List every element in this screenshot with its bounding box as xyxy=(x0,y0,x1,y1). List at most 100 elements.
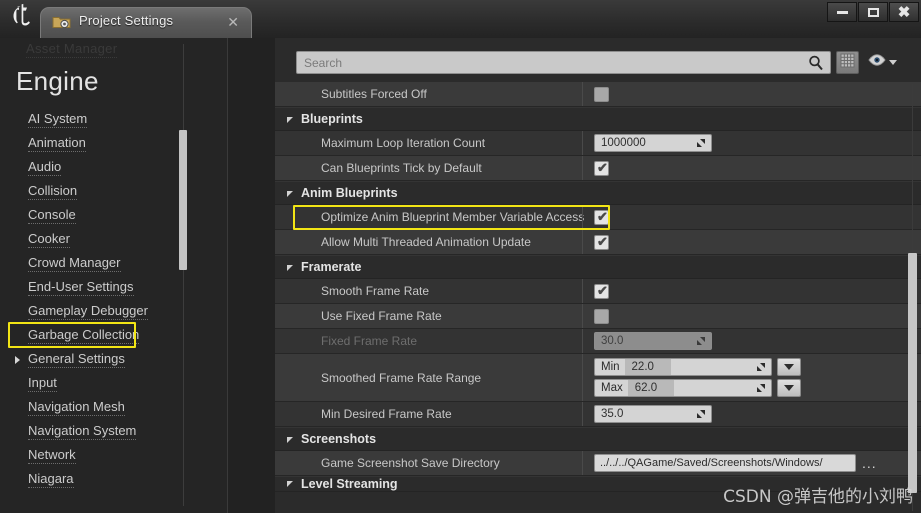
chevron-down-icon xyxy=(784,385,794,391)
field-value: ../../../QAGame/Saved/Screenshots/Window… xyxy=(600,457,823,469)
sidebar-item-navigation-mesh[interactable]: Navigation Mesh xyxy=(0,396,228,420)
category-header-screenshots[interactable]: Screenshots xyxy=(275,427,921,451)
maximize-button[interactable] xyxy=(858,2,888,22)
setting-label: Use Fixed Frame Rate xyxy=(321,309,442,323)
table-row[interactable]: Use Fixed Frame Rate xyxy=(275,304,921,329)
collapse-triangle-icon xyxy=(287,191,293,197)
can-blueprints-tick-by-default-checkbox[interactable]: ✔ xyxy=(594,160,609,176)
browse-directory-button[interactable]: ... xyxy=(862,456,877,470)
sidebar-item-label: Cooker xyxy=(28,231,70,248)
sidebar-item-ai-system[interactable]: AI System xyxy=(0,108,228,132)
search-icon[interactable] xyxy=(808,55,824,76)
setting-label: Min Desired Frame Rate xyxy=(321,407,452,421)
setting-value: 35.0 xyxy=(582,402,921,426)
min-value[interactable]: 22.0 xyxy=(624,359,671,375)
table-row[interactable]: Subtitles Forced Off xyxy=(275,82,921,107)
setting-value: 30.0 xyxy=(582,329,921,353)
close-button[interactable]: ✖ xyxy=(889,2,919,22)
field-value: 35.0 xyxy=(601,408,624,420)
setting-label: Maximum Loop Iteration Count xyxy=(321,136,486,150)
sidebar-item-cooker[interactable]: Cooker xyxy=(0,228,228,252)
settings-toolbar xyxy=(296,51,910,74)
sidebar-item-audio[interactable]: Audio xyxy=(0,156,228,180)
table-row[interactable]: Allow Multi Threaded Animation Update ✔ xyxy=(275,230,921,255)
sidebar-item-input[interactable]: Input xyxy=(0,372,228,396)
field-value: 1000000 xyxy=(601,137,646,149)
expander-triangle-icon[interactable] xyxy=(15,356,20,364)
sidebar-scrollbar-thumb[interactable] xyxy=(179,130,187,270)
setting-value: ../../../QAGame/Saved/Screenshots/Window… xyxy=(582,451,921,475)
allow-multi-threaded-animation-update-checkbox[interactable]: ✔ xyxy=(594,234,609,250)
minimize-button[interactable] xyxy=(827,2,857,22)
sidebar-item-label: Garbage Collection xyxy=(28,327,140,344)
setting-label: Allow Multi Threaded Animation Update xyxy=(321,235,531,249)
sidebar-item-console[interactable]: Console xyxy=(0,204,228,228)
tab-title: Project Settings xyxy=(79,13,174,28)
smooth-frame-rate-checkbox[interactable]: ✔ xyxy=(594,283,609,299)
sidebar-item-animation[interactable]: Animation xyxy=(0,132,228,156)
subtitles-forced-off-checkbox[interactable] xyxy=(594,86,609,102)
sidebar-item-label: Collision xyxy=(28,183,78,200)
sidebar-item-niagara[interactable]: Niagara xyxy=(0,468,228,492)
spinner-drag-icon[interactable] xyxy=(756,362,766,372)
panel-scrollbar-thumb[interactable] xyxy=(908,253,917,493)
sidebar-item-list: AI System Animation Audio Collision Cons… xyxy=(0,108,228,492)
sidebar-item-network[interactable]: Network xyxy=(0,444,228,468)
chevron-down-icon xyxy=(784,364,794,370)
max-value[interactable]: 62.0 xyxy=(627,380,674,396)
spinner-drag-icon[interactable] xyxy=(696,409,706,419)
grid-view-button[interactable] xyxy=(836,51,859,74)
table-row[interactable]: Min Desired Frame Rate 35.0 xyxy=(275,402,921,427)
game-screenshot-save-directory-input[interactable]: ../../../QAGame/Saved/Screenshots/Window… xyxy=(594,454,856,472)
collapse-triangle-icon xyxy=(287,117,293,123)
maximize-icon xyxy=(867,7,879,17)
spinner-drag-icon[interactable] xyxy=(696,138,706,148)
setting-label: Smoothed Frame Rate Range xyxy=(321,370,482,385)
tab-close-icon[interactable]: ✕ xyxy=(227,14,239,30)
min-desired-frame-rate-input[interactable]: 35.0 xyxy=(594,405,712,423)
sidebar-item-navigation-system[interactable]: Navigation System xyxy=(0,420,228,444)
table-row[interactable]: Maximum Loop Iteration Count 1000000 xyxy=(275,131,921,156)
table-row[interactable]: Game Screenshot Save Directory ../../../… xyxy=(275,451,921,476)
sidebar-item-collision[interactable]: Collision xyxy=(0,180,228,204)
grid-view-icon xyxy=(840,53,855,73)
table-row[interactable]: Can Blueprints Tick by Default ✔ xyxy=(275,156,921,181)
table-row[interactable]: Optimize Anim Blueprint Member Variable … xyxy=(275,205,921,230)
search-input[interactable] xyxy=(297,55,797,70)
settings-rows: Subtitles Forced Off Blueprints Maximum … xyxy=(275,82,921,513)
optimize-anim-blueprint-member-variable-access-checkbox[interactable]: ✔ xyxy=(594,209,609,225)
sidebar-item-label: Animation xyxy=(28,135,86,152)
table-row[interactable]: Smooth Frame Rate ✔ xyxy=(275,279,921,304)
maximum-loop-iteration-count-input[interactable]: 1000000 xyxy=(594,134,712,152)
field-value: 30.0 xyxy=(601,335,624,347)
fixed-frame-rate-input: 30.0 xyxy=(594,332,712,350)
search-box[interactable] xyxy=(296,51,831,74)
smoothed-frame-rate-min-input[interactable]: Min 22.0 xyxy=(594,358,772,376)
spinner-drag-icon[interactable] xyxy=(756,383,766,393)
sidebar-item-gameplay-debugger[interactable]: Gameplay Debugger xyxy=(0,300,228,324)
sidebar-scrollbar-track[interactable] xyxy=(183,44,184,506)
setting-label: Subtitles Forced Off xyxy=(321,87,427,101)
sidebar-item-clipped[interactable]: Asset Manager xyxy=(26,41,118,58)
sidebar-item-end-user-settings[interactable]: End-User Settings xyxy=(0,276,228,300)
smoothed-frame-rate-min-group: Min 22.0 xyxy=(594,358,801,376)
category-header-framerate[interactable]: Framerate xyxy=(275,255,921,279)
setting-label: Optimize Anim Blueprint Member Variable … xyxy=(321,210,585,224)
smoothed-frame-rate-max-input[interactable]: Max 62.0 xyxy=(594,379,772,397)
tab-project-settings[interactable]: Project Settings ✕ xyxy=(40,7,252,38)
visibility-eye-icon xyxy=(868,53,886,72)
sidebar-item-general-settings[interactable]: General Settings xyxy=(0,348,228,372)
category-header-blueprints[interactable]: Blueprints xyxy=(275,107,921,131)
smoothed-frame-rate-min-dropdown[interactable] xyxy=(777,358,801,376)
smoothed-frame-rate-max-dropdown[interactable] xyxy=(777,379,801,397)
category-header-level-streaming[interactable]: Level Streaming xyxy=(275,476,921,492)
use-fixed-frame-rate-checkbox[interactable] xyxy=(594,308,609,324)
table-row[interactable]: Smoothed Frame Rate Range Min 22.0 Max 6… xyxy=(275,354,921,402)
category-header-anim-blueprints[interactable]: Anim Blueprints xyxy=(275,181,921,205)
setting-value: 1000000 xyxy=(582,131,921,155)
visibility-dropdown[interactable] xyxy=(868,53,897,72)
settings-panel: Subtitles Forced Off Blueprints Maximum … xyxy=(275,38,921,513)
title-bar: Project Settings ✕ ✖ xyxy=(0,0,921,38)
sidebar-item-garbage-collection[interactable]: Garbage Collection xyxy=(0,324,228,348)
sidebar-item-crowd-manager[interactable]: Crowd Manager xyxy=(0,252,228,276)
